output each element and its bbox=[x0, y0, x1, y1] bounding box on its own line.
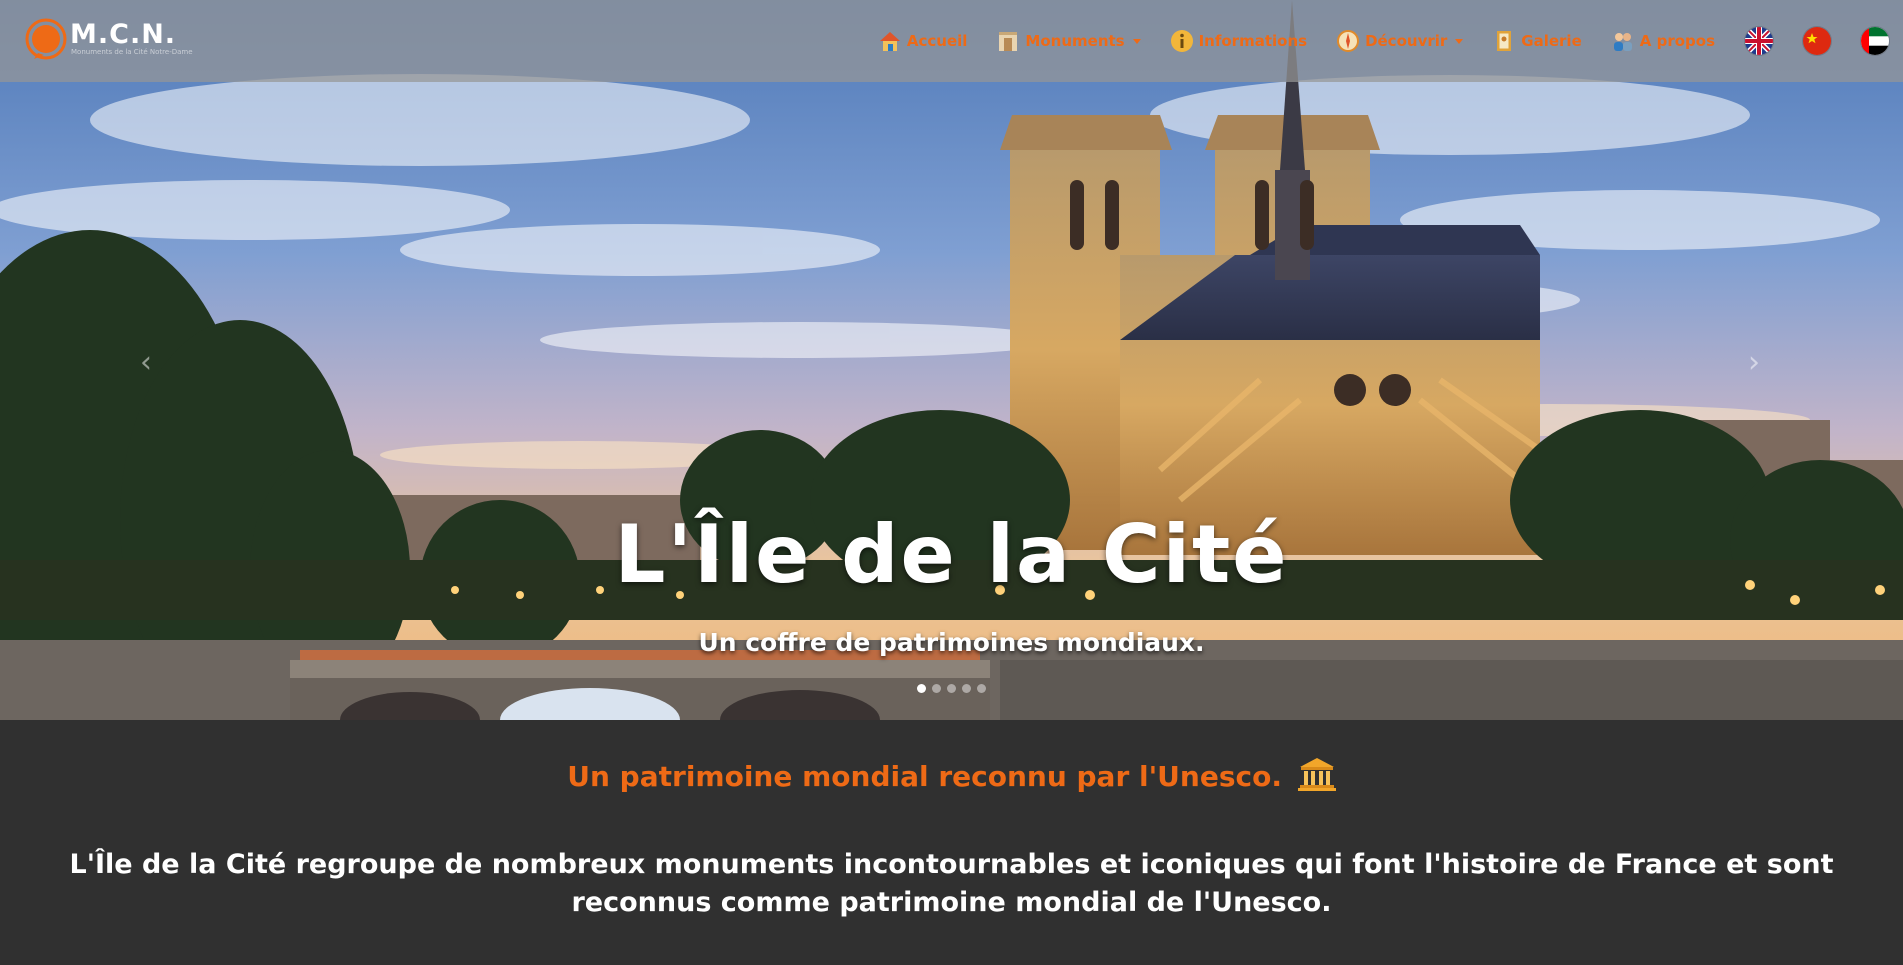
nav-item-a-propos[interactable]: A propos bbox=[1610, 28, 1715, 54]
nav-label-accueil: Accueil bbox=[906, 32, 968, 50]
nav-label-decouvrir: Découvrir bbox=[1365, 32, 1448, 50]
china-flag-icon[interactable] bbox=[1803, 27, 1831, 55]
orange-circle-logo-icon bbox=[25, 18, 67, 60]
house-icon bbox=[879, 32, 900, 51]
people-icon bbox=[1613, 33, 1632, 51]
nav-label-informations: Informations bbox=[1198, 32, 1308, 50]
carousel-indicator-3[interactable] bbox=[947, 684, 956, 693]
chevron-down-icon bbox=[1455, 38, 1464, 44]
section-title: Un patrimoine mondial reconnu par l'Unes… bbox=[0, 756, 1903, 793]
brand-name: M.C.N. bbox=[70, 19, 177, 50]
nav-label-a-propos: A propos bbox=[1639, 32, 1715, 50]
nav-item-galerie[interactable]: Galerie bbox=[1491, 28, 1582, 54]
brand-subtitle: Monuments de la Cité Notre-Dame bbox=[71, 48, 193, 56]
nav-item-monuments[interactable]: Monuments bbox=[995, 28, 1141, 54]
temple-icon bbox=[1297, 758, 1336, 791]
section-body: L'Île de la Cité regroupe de nombreux mo… bbox=[69, 849, 1834, 918]
brand[interactable]: M.C.N. Monuments de la Cité Notre-Dame bbox=[24, 17, 194, 65]
carousel-indicator-4[interactable] bbox=[962, 684, 971, 693]
info-icon bbox=[1170, 30, 1193, 52]
carousel-next-button[interactable]: › bbox=[1748, 345, 1760, 380]
carousel-prev-button[interactable]: ‹ bbox=[140, 345, 152, 380]
uk-flag-icon[interactable] bbox=[1745, 27, 1773, 55]
nav-item-informations[interactable]: Informations bbox=[1169, 28, 1307, 54]
main-nav: Accueil Monuments Informations Découvrir… bbox=[849, 24, 1889, 58]
carousel-indicator-1[interactable] bbox=[917, 684, 926, 693]
picture-frame-icon bbox=[1497, 31, 1512, 51]
uae-flag-icon[interactable] bbox=[1861, 27, 1889, 55]
carousel-indicator-5[interactable] bbox=[977, 684, 986, 693]
hero-carousel bbox=[0, 0, 1903, 720]
hero-title: L'Île de la Cité bbox=[614, 508, 1289, 601]
monument-icon bbox=[999, 32, 1018, 51]
nav-item-accueil[interactable]: Accueil bbox=[877, 28, 968, 54]
nav-label-monuments: Monuments bbox=[1025, 32, 1125, 50]
hero-subtitle: Un coffre de patrimoines mondiaux. bbox=[698, 628, 1205, 657]
nav-label-galerie: Galerie bbox=[1521, 32, 1582, 50]
chevron-down-icon bbox=[1132, 38, 1141, 44]
top-navbar: M.C.N. Monuments de la Cité Notre-Dame A… bbox=[0, 0, 1903, 82]
carousel-indicators bbox=[0, 684, 1903, 693]
hero-image bbox=[0, 0, 1903, 720]
nav-item-decouvrir[interactable]: Découvrir bbox=[1335, 28, 1464, 54]
section-title-text: Un patrimoine mondial reconnu par l'Unes… bbox=[567, 760, 1282, 793]
compass-icon bbox=[1337, 30, 1360, 52]
carousel-indicator-2[interactable] bbox=[932, 684, 941, 693]
